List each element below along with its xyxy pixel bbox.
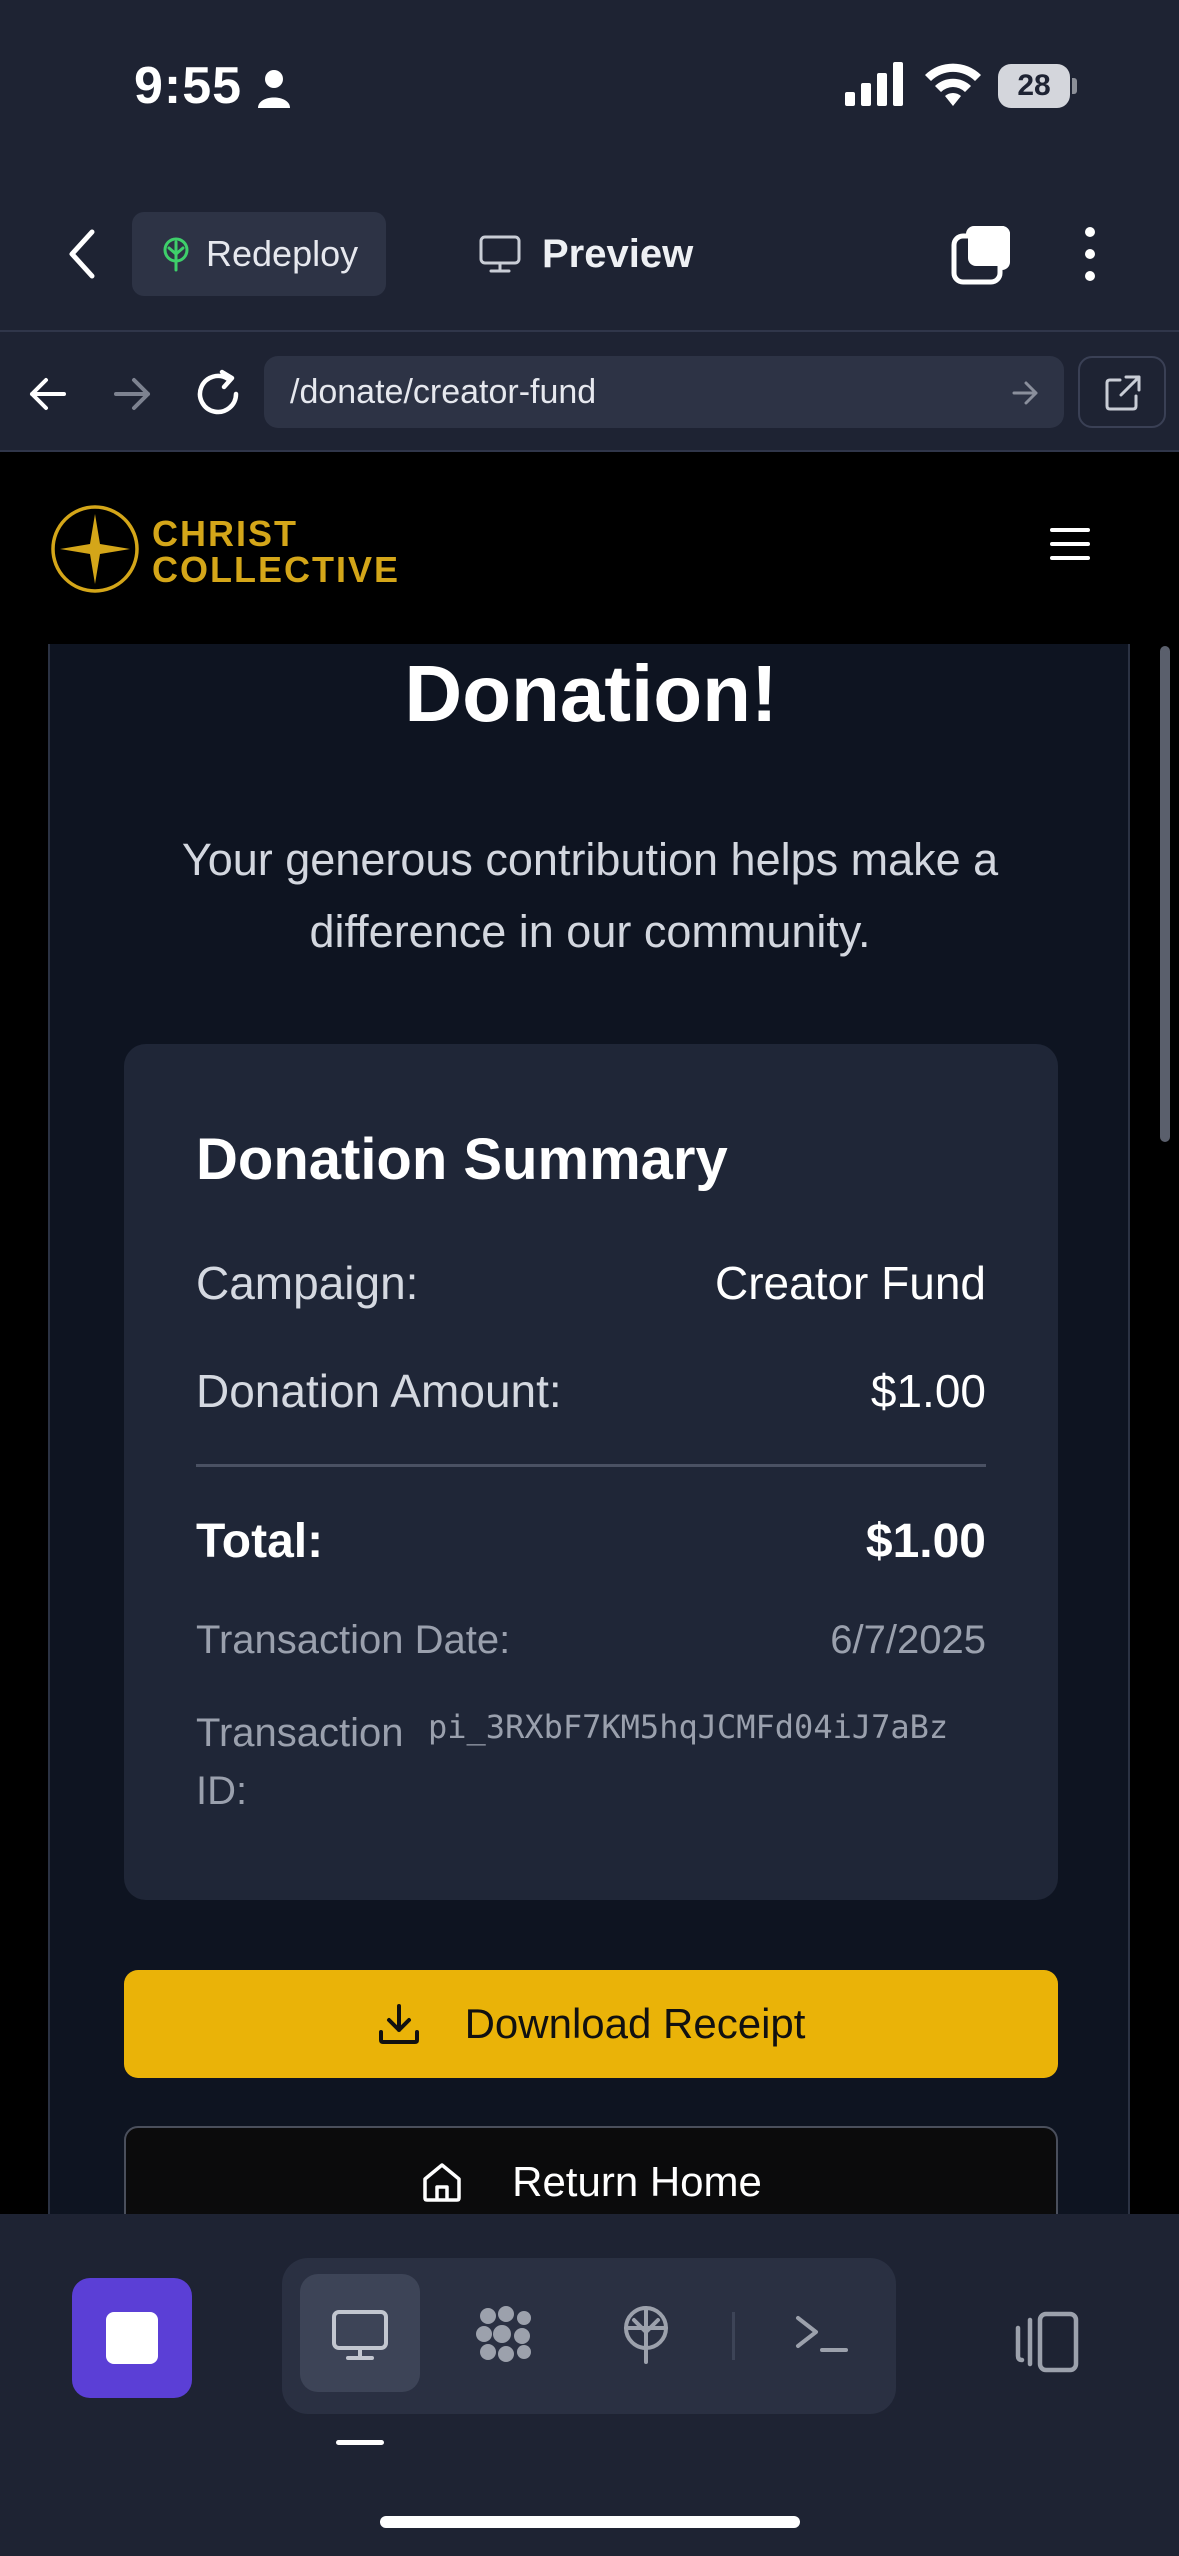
battery-indicator: 28 [998,64,1078,108]
active-mode-indicator [336,2440,384,2445]
summary-title: Donation Summary [196,1127,728,1192]
url-text: /donate/creator-fund [290,373,597,411]
status-time: 9:55 [134,57,243,115]
content-panel: Donation! Your generous contribution hel… [48,562,1130,2214]
webpage-viewport: Donation! Your generous contribution hel… [0,452,1179,2214]
person-icon [258,70,290,108]
device-layout-icon[interactable] [1010,2306,1082,2378]
redeploy-button[interactable]: Redeploy [132,212,386,296]
logo-line-1: CHRIST [152,513,298,554]
hamburger-menu-icon[interactable] [1050,528,1090,562]
campaign-label: Campaign: [196,1257,419,1309]
donation-summary-card: Donation Summary Campaign: Creator Fund … [124,1044,1058,1900]
terminal-icon [796,2316,848,2352]
total-value: $1.00 [865,1515,986,1568]
home-indicator[interactable] [380,2516,800,2528]
view-mode-group [282,2258,896,2414]
bottom-toolbar [0,2214,1179,2556]
battery-level: 28 [1017,69,1051,102]
logo-text[interactable]: CHRIST COLLECTIVE [152,516,400,588]
stop-button[interactable] [72,2278,192,2398]
header-divider [0,330,1179,332]
desktop-icon [332,2310,388,2360]
deploy-tree-icon [163,237,189,272]
tabs-icon[interactable] [950,222,1014,286]
download-receipt-button[interactable]: Download Receipt [124,1970,1058,2078]
transaction-date-label: Transaction Date: [196,1618,511,1662]
amount-label: Donation Amount: [196,1365,562,1417]
logo-line-2: COLLECTIVE [152,549,401,590]
deploy-view-button[interactable] [586,2274,706,2392]
return-home-label: Return Home [512,2158,762,2205]
preview-label: Preview [542,231,694,276]
go-arrow-icon[interactable] [1010,378,1040,408]
external-link-icon [1105,375,1141,411]
stop-icon [106,2312,158,2364]
more-options-icon[interactable] [1070,222,1110,286]
transaction-date-value: 6/7/2025 [830,1618,986,1662]
cluster-view-button[interactable] [444,2274,564,2392]
page-scrollbar[interactable] [1160,646,1170,1142]
monitor-icon [479,235,521,273]
campaign-value: Creator Fund [714,1257,986,1309]
amount-value: $1.00 [870,1365,986,1417]
open-external-button[interactable] [1078,356,1166,428]
download-icon [378,2004,419,2044]
cluster-icon [476,2306,531,2362]
summary-divider [196,1464,986,1467]
mode-separator [732,2312,735,2360]
site-header: CHRIST COLLECTIVE [0,452,1179,644]
terminal-view-button[interactable] [762,2274,882,2392]
page-title: Donation! [404,649,778,738]
return-home-button[interactable]: Return Home [124,2126,1058,2214]
preview-button[interactable]: Preview [478,212,738,296]
browser-back-icon[interactable] [26,372,70,416]
transaction-id-value: pi_3RXbF7KM5hqJCMFd04iJ7aBz [428,1708,949,1746]
back-chevron-icon[interactable] [60,224,108,284]
download-receipt-label: Download Receipt [464,2000,806,2047]
deploy-icon [624,2306,668,2364]
transaction-id-label: Transaction ID: [196,1711,404,1813]
reload-icon[interactable] [192,368,244,420]
page-subtitle: Your generous contribution helps make a … [181,834,999,957]
desktop-view-button[interactable] [300,2274,420,2392]
redeploy-label: Redeploy [206,233,359,274]
cellular-signal-icon [845,62,903,106]
home-icon [423,2163,461,2202]
total-label: Total: [196,1515,324,1568]
logo-star-icon[interactable] [50,504,140,594]
wifi-icon [925,63,981,106]
url-bar[interactable]: /donate/creator-fund [264,356,1064,428]
browser-forward-icon[interactable] [110,372,154,416]
